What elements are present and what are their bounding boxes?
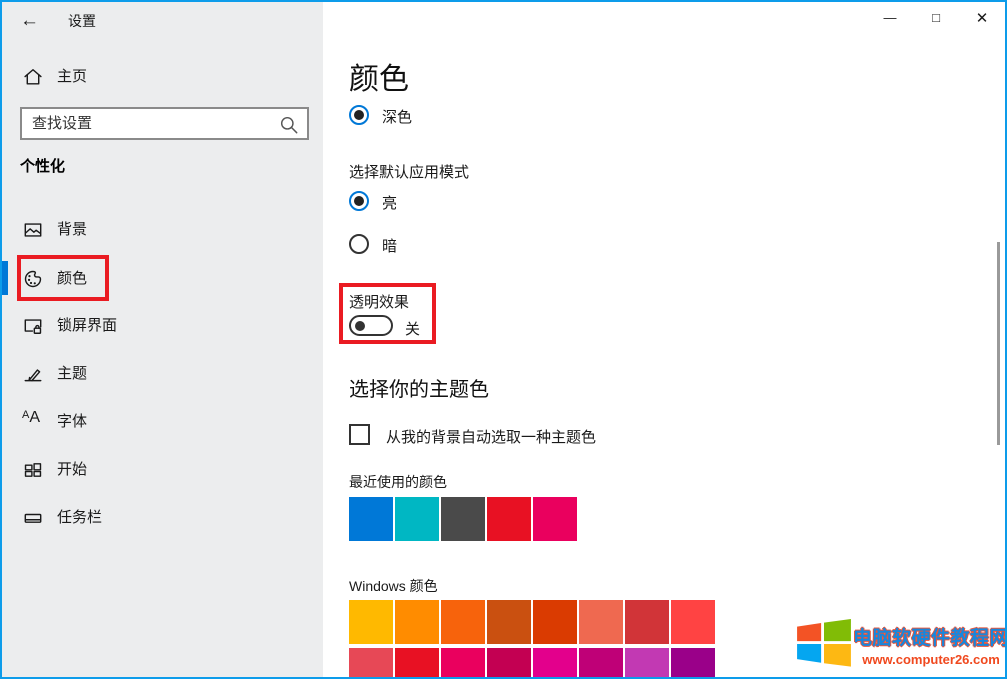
search-icon[interactable]	[277, 113, 301, 142]
color-swatch[interactable]	[533, 648, 577, 679]
watermark-url: www.computer26.com	[853, 652, 1007, 667]
window-controls: — □ ✕	[867, 2, 1005, 33]
color-swatch[interactable]	[533, 600, 577, 644]
sidebar-item-label: 字体	[57, 404, 87, 440]
close-icon: ✕	[976, 9, 989, 27]
checkbox-icon[interactable]	[349, 424, 370, 445]
sidebar-item-colors[interactable]: 颜色	[2, 261, 323, 297]
lockscreen-icon	[22, 315, 44, 337]
color-swatch[interactable]	[671, 648, 715, 679]
color-swatch[interactable]	[533, 497, 577, 541]
radio-label: 深色	[382, 106, 412, 127]
page-title: 颜色	[349, 54, 409, 98]
color-swatch[interactable]	[441, 648, 485, 679]
windows-colors-row-1	[349, 600, 715, 644]
transparency-state: 关	[405, 318, 420, 339]
search-input[interactable]	[22, 109, 307, 138]
sidebar-item-label: 颜色	[57, 261, 87, 297]
radio-icon[interactable]	[349, 191, 369, 211]
recent-colors-row	[349, 497, 577, 541]
color-swatch[interactable]	[579, 648, 623, 679]
accent-color-heading: 选择你的主题色	[349, 373, 489, 402]
sidebar-item-home[interactable]: 主页	[2, 59, 323, 95]
watermark-text: 电脑软硬件教程网 www.computer26.com	[853, 623, 1007, 667]
color-swatch[interactable]	[441, 600, 485, 644]
close-button[interactable]: ✕	[959, 2, 1005, 33]
main-content: — □ ✕ 颜色 深色 选择默认应用模式 亮 暗 透明效果 关 选择你的主题色 …	[323, 2, 1005, 677]
color-swatch[interactable]	[487, 648, 531, 679]
maximize-button[interactable]: □	[913, 2, 959, 33]
transparency-toggle[interactable]	[349, 315, 393, 336]
radio-label: 暗	[382, 235, 397, 256]
checkbox-label: 从我的背景自动选取一种主题色	[386, 426, 596, 447]
radio-icon[interactable]	[349, 105, 369, 125]
color-swatch[interactable]	[487, 600, 531, 644]
color-swatch[interactable]	[349, 600, 393, 644]
windows-flag-logo-icon	[791, 618, 853, 673]
color-swatch[interactable]	[349, 648, 393, 679]
image-icon	[22, 219, 44, 241]
color-swatch[interactable]	[487, 497, 531, 541]
color-swatch[interactable]	[349, 497, 393, 541]
fonts-icon: AA	[22, 409, 44, 431]
sidebar-item-label: 锁屏界面	[57, 308, 117, 344]
sidebar-item-label: 背景	[57, 212, 87, 248]
color-swatch[interactable]	[395, 648, 439, 679]
toggle-knob-icon	[355, 321, 365, 331]
color-swatch[interactable]	[579, 600, 623, 644]
titlebar-left: ← 设置	[2, 2, 323, 42]
sidebar-item-lockscreen[interactable]: 锁屏界面	[2, 308, 323, 344]
recent-colors-label: 最近使用的颜色	[349, 472, 447, 492]
app-title: 设置	[68, 11, 96, 31]
sidebar-item-taskbar[interactable]: 任务栏	[2, 500, 323, 536]
sidebar-item-label: 主题	[57, 356, 87, 392]
sidebar-item-label: 主页	[57, 59, 87, 95]
color-swatch[interactable]	[625, 600, 669, 644]
sidebar-item-label: 任务栏	[57, 500, 102, 536]
radio-icon[interactable]	[349, 234, 369, 254]
radio-label: 亮	[382, 192, 397, 213]
section-header: 个性化	[20, 155, 65, 176]
search-box	[20, 107, 309, 140]
sidebar-item-background[interactable]: 背景	[2, 212, 323, 248]
windows-colors-row-2	[349, 648, 715, 679]
color-swatch[interactable]	[395, 497, 439, 541]
windows-colors-label: Windows 颜色	[349, 576, 438, 596]
sidebar: ← 设置 主页 个性化 背景	[2, 2, 323, 677]
maximize-icon: □	[932, 10, 940, 25]
settings-window: ← 设置 主页 个性化 背景	[0, 0, 1007, 679]
sidebar-item-fonts[interactable]: AA 字体	[2, 404, 323, 440]
taskbar-icon	[22, 507, 44, 529]
start-icon	[22, 459, 44, 481]
color-swatch[interactable]	[671, 600, 715, 644]
watermark-site-name: 电脑软硬件教程网	[853, 623, 1007, 650]
vertical-scrollbar[interactable]	[997, 242, 1000, 445]
color-swatch[interactable]	[395, 600, 439, 644]
app-mode-heading: 选择默认应用模式	[349, 161, 469, 182]
sidebar-item-themes[interactable]: 主题	[2, 356, 323, 392]
minimize-button[interactable]: —	[867, 2, 913, 33]
transparency-label: 透明效果	[349, 291, 409, 312]
watermark: 电脑软硬件教程网 www.computer26.com	[791, 616, 1003, 674]
palette-icon	[22, 268, 44, 290]
themes-icon	[22, 363, 44, 385]
home-icon	[22, 66, 44, 88]
color-swatch[interactable]	[625, 648, 669, 679]
sidebar-item-label: 开始	[57, 452, 87, 488]
back-arrow-icon[interactable]: ←	[20, 8, 39, 34]
sidebar-item-start[interactable]: 开始	[2, 452, 323, 488]
color-swatch[interactable]	[441, 497, 485, 541]
minimize-icon: —	[884, 10, 897, 25]
